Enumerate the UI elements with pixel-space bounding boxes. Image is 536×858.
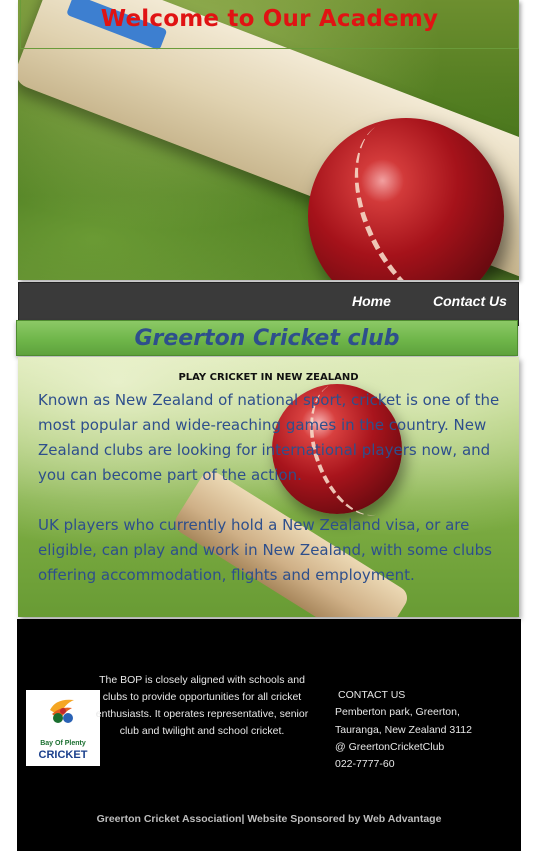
- footer: Bay Of Plenty CRICKET The BOP is closely…: [17, 619, 521, 851]
- hero-banner: Welcome to Our Academy: [18, 0, 519, 280]
- page-title: Welcome to Our Academy: [100, 6, 439, 32]
- cricket-sun-icon: [50, 699, 74, 723]
- logo-text-line1: Bay Of Plenty: [40, 740, 86, 747]
- footer-contact-block: CONTACT US Pemberton park, Greerton, Tau…: [335, 687, 472, 773]
- content-paragraph-1: Known as New Zealand of national sport, …: [38, 391, 500, 484]
- content-section: PLAY CRICKET IN NEW ZEALAND Known as New…: [18, 357, 519, 617]
- contact-address-line1: Pemberton park, Greerton,: [335, 706, 460, 719]
- logo-text-line2: CRICKET: [38, 749, 88, 761]
- contact-phone[interactable]: 022-7777-60: [335, 756, 472, 773]
- hero-title-box: Welcome to Our Academy: [20, 0, 519, 49]
- club-name-heading: Greerton Cricket club: [134, 326, 400, 351]
- footer-about-text: The BOP is closely aligned with schools …: [95, 674, 309, 737]
- footer-copyright: Greerton Cricket Association| Website Sp…: [96, 813, 442, 825]
- content-label: PLAY CRICKET IN NEW ZEALAND: [178, 372, 359, 383]
- nav-link-home[interactable]: Home: [352, 293, 391, 309]
- nav-link-contact-us[interactable]: Contact Us: [433, 293, 507, 309]
- club-banner: Greerton Cricket club: [16, 320, 518, 356]
- contact-social-handle[interactable]: @ GreertonCricketClub: [335, 739, 472, 756]
- contact-heading: CONTACT US: [338, 689, 406, 701]
- content-paragraph-2: UK players who currently hold a New Zeal…: [38, 516, 492, 584]
- contact-address-line2: Tauranga, New Zealand 3112: [335, 723, 472, 736]
